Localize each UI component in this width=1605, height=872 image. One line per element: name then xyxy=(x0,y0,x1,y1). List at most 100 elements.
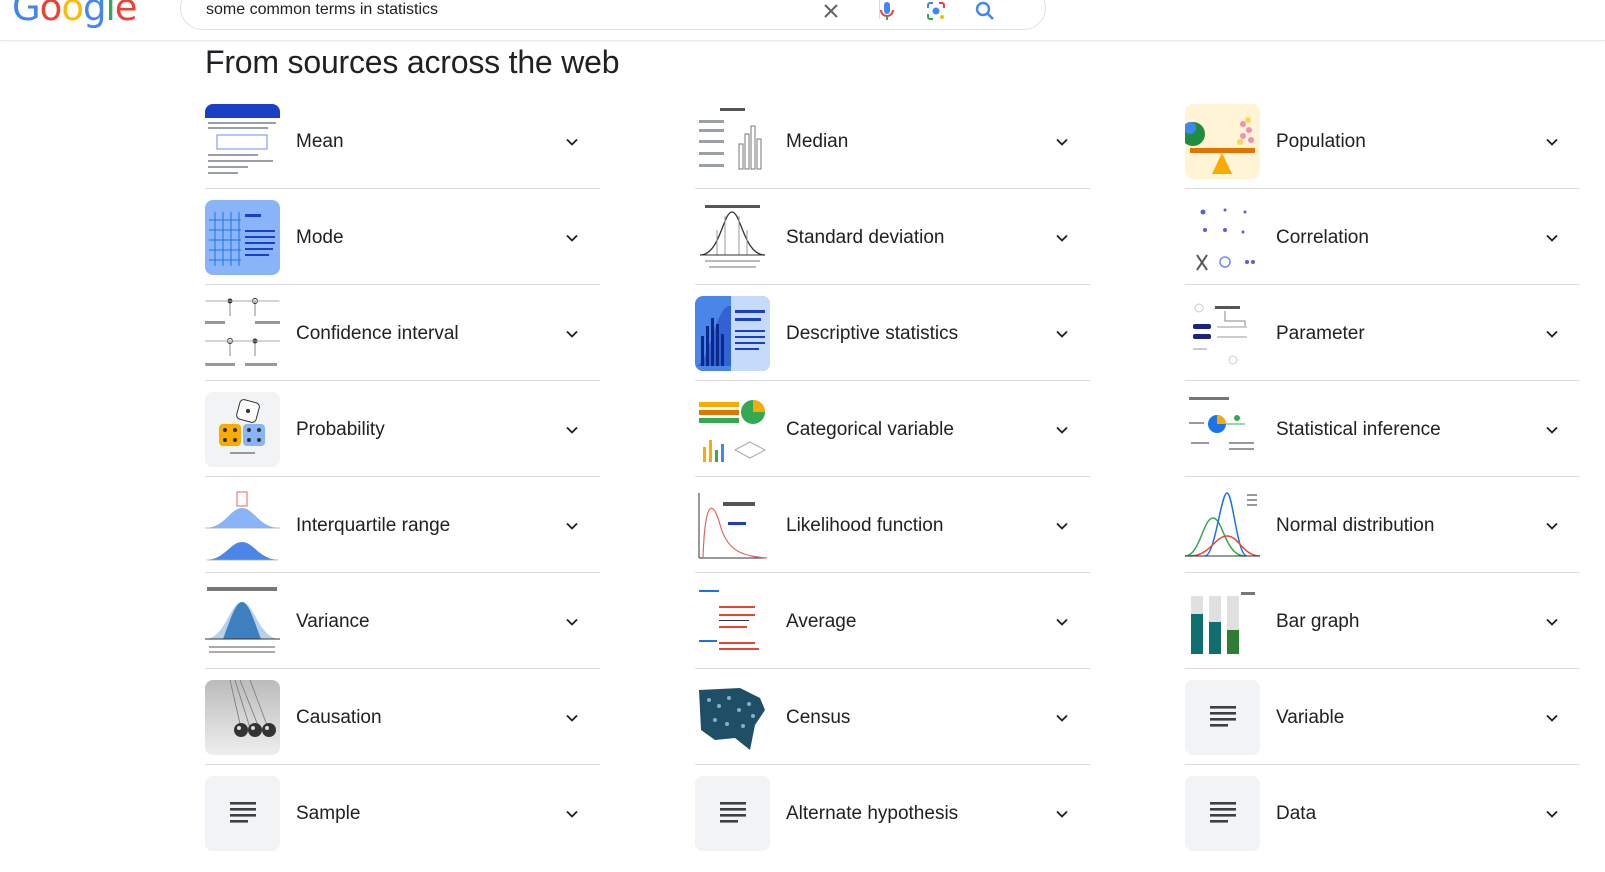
term-label: Sample xyxy=(296,803,361,824)
google-logo[interactable]: Google xyxy=(12,0,137,29)
term-item-mode[interactable]: Mode xyxy=(205,200,600,296)
chevron-down-icon[interactable] xyxy=(562,708,582,728)
top-bar: Google some common terms in statistics xyxy=(0,0,1605,41)
term-label: Bar graph xyxy=(1276,611,1360,632)
divider xyxy=(1185,476,1580,477)
chevron-down-icon[interactable] xyxy=(1052,324,1072,344)
chevron-down-icon[interactable] xyxy=(562,228,582,248)
thumbnail-image xyxy=(695,488,770,563)
chevron-down-icon[interactable] xyxy=(562,420,582,440)
divider xyxy=(1185,668,1580,669)
chevron-down-icon[interactable] xyxy=(562,324,582,344)
chevron-down-icon[interactable] xyxy=(1052,612,1072,632)
divider xyxy=(695,284,1090,285)
chevron-down-icon[interactable] xyxy=(1052,804,1072,824)
term-item-likelihood-function[interactable]: Likelihood function xyxy=(695,488,1090,584)
chevron-down-icon[interactable] xyxy=(1542,132,1562,152)
thumbnail-image xyxy=(205,104,280,179)
term-item-data[interactable]: Data xyxy=(1185,776,1580,872)
thumbnail-image xyxy=(1185,104,1260,179)
term-item-mean[interactable]: Mean xyxy=(205,104,600,200)
divider xyxy=(695,764,1090,765)
term-item-average[interactable]: Average xyxy=(695,584,1090,680)
chevron-down-icon[interactable] xyxy=(1542,516,1562,536)
term-item-population[interactable]: Population xyxy=(1185,104,1580,200)
thumbnail-image xyxy=(1185,200,1260,275)
term-item-descriptive-statistics[interactable]: Descriptive statistics xyxy=(695,296,1090,392)
term-item-categorical-variable[interactable]: Categorical variable xyxy=(695,392,1090,488)
term-item-census[interactable]: Census xyxy=(695,680,1090,776)
chevron-down-icon[interactable] xyxy=(1542,612,1562,632)
term-item-standard-deviation[interactable]: Standard deviation xyxy=(695,200,1090,296)
term-label: Variable xyxy=(1276,707,1345,728)
term-label: Confidence interval xyxy=(296,323,459,344)
search-box[interactable]: some common terms in statistics xyxy=(180,0,1046,30)
term-label: Correlation xyxy=(1276,227,1369,248)
divider xyxy=(695,188,1090,189)
chevron-down-icon[interactable] xyxy=(1542,804,1562,824)
document-icon xyxy=(205,776,280,851)
term-item-interquartile-range[interactable]: Interquartile range xyxy=(205,488,600,584)
chevron-down-icon[interactable] xyxy=(562,612,582,632)
terms-column-1: Mean Mode Confidence interval Probability In… xyxy=(205,104,600,872)
chevron-down-icon[interactable] xyxy=(1052,228,1072,248)
clear-icon[interactable] xyxy=(819,0,843,23)
thumbnail-image xyxy=(205,200,280,275)
term-item-correlation[interactable]: Correlation xyxy=(1185,200,1580,296)
chevron-down-icon[interactable] xyxy=(1542,324,1562,344)
term-item-sample[interactable]: Sample xyxy=(205,776,600,872)
term-item-probability[interactable]: Probability xyxy=(205,392,600,488)
divider xyxy=(695,572,1090,573)
term-item-parameter[interactable]: Parameter xyxy=(1185,296,1580,392)
chevron-down-icon[interactable] xyxy=(562,804,582,824)
chevron-down-icon[interactable] xyxy=(1542,228,1562,248)
term-item-normal-distribution[interactable]: Normal distribution xyxy=(1185,488,1580,584)
thumbnail-image xyxy=(1185,296,1260,371)
term-item-statistical-inference[interactable]: Statistical inference xyxy=(1185,392,1580,488)
term-label: Parameter xyxy=(1276,323,1365,344)
lens-icon[interactable] xyxy=(924,0,948,23)
chevron-down-icon[interactable] xyxy=(562,132,582,152)
term-item-alternate-hypothesis[interactable]: Alternate hypothesis xyxy=(695,776,1090,872)
search-input[interactable]: some common terms in statistics xyxy=(206,1,438,19)
chevron-down-icon[interactable] xyxy=(1052,132,1072,152)
section-heading: From sources across the web xyxy=(205,44,620,80)
thumbnail-image xyxy=(695,296,770,371)
term-label: Interquartile range xyxy=(296,515,451,536)
thumbnail-image xyxy=(1185,392,1260,467)
term-item-median[interactable]: Median xyxy=(695,104,1090,200)
microphone-icon[interactable] xyxy=(875,0,899,23)
divider xyxy=(205,284,600,285)
chevron-down-icon[interactable] xyxy=(1052,516,1072,536)
divider xyxy=(1185,572,1580,573)
thumbnail-image xyxy=(205,584,280,659)
divider xyxy=(1185,284,1580,285)
terms-column-3: Population Correlation Parameter Statistica… xyxy=(1185,104,1580,872)
divider xyxy=(695,668,1090,669)
thumbnail-image xyxy=(205,680,280,755)
term-item-variance[interactable]: Variance xyxy=(205,584,600,680)
thumbnail-image xyxy=(695,680,770,755)
chevron-down-icon[interactable] xyxy=(562,516,582,536)
term-item-confidence-interval[interactable]: Confidence interval xyxy=(205,296,600,392)
term-label: Probability xyxy=(296,419,385,440)
term-label: Standard deviation xyxy=(786,227,945,248)
chevron-down-icon[interactable] xyxy=(1542,708,1562,728)
document-icon xyxy=(1185,680,1260,755)
term-label: Normal distribution xyxy=(1276,515,1435,536)
chevron-down-icon[interactable] xyxy=(1052,708,1072,728)
thumbnail-image xyxy=(695,104,770,179)
divider xyxy=(205,380,600,381)
term-label: Variance xyxy=(296,611,370,632)
document-icon xyxy=(695,776,770,851)
term-item-variable[interactable]: Variable xyxy=(1185,680,1580,776)
thumbnail-image xyxy=(695,392,770,467)
term-item-bar-graph[interactable]: Bar graph xyxy=(1185,584,1580,680)
thumbnail-image xyxy=(1185,584,1260,659)
term-item-causation[interactable]: Causation xyxy=(205,680,600,776)
chevron-down-icon[interactable] xyxy=(1052,420,1072,440)
chevron-down-icon[interactable] xyxy=(1542,420,1562,440)
divider xyxy=(1185,764,1580,765)
term-label: Categorical variable xyxy=(786,419,954,440)
search-icon[interactable] xyxy=(973,0,997,23)
